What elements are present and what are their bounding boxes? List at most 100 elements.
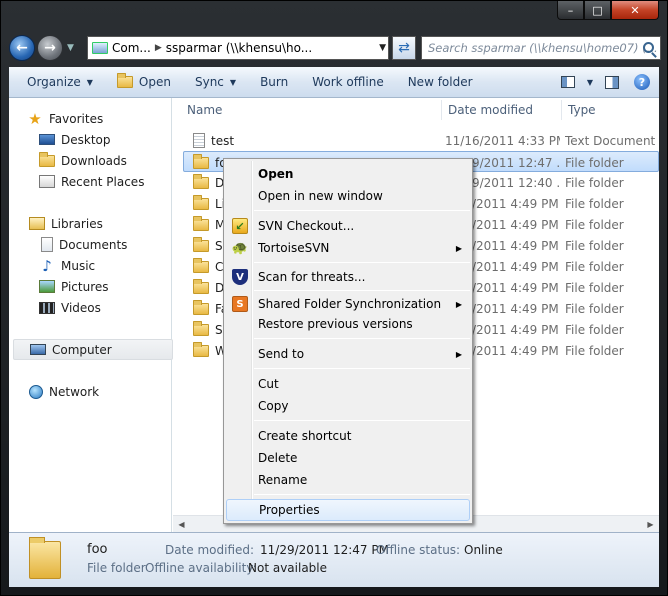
preview-pane-button[interactable] xyxy=(601,71,623,93)
shield-icon: V xyxy=(232,269,248,285)
file-type: Text Document xyxy=(565,133,656,148)
back-button[interactable]: ← xyxy=(9,35,35,61)
large-folder-icon xyxy=(29,537,61,579)
folder-icon xyxy=(193,194,209,210)
sidebar-item-computer[interactable]: Computer xyxy=(13,339,173,360)
menu-item-create-shortcut[interactable]: Create shortcut xyxy=(226,425,470,447)
address-bar[interactable]: Com... ▶ ssparmar (\\khensu\ho... ▼ xyxy=(87,36,389,60)
new-folder-label: New folder xyxy=(407,75,473,89)
help-button[interactable]: ? xyxy=(631,71,653,93)
menu-item-cut[interactable]: Cut xyxy=(226,373,470,395)
file-type: File folder xyxy=(565,196,624,211)
refresh-icon: ⇄ xyxy=(398,40,410,56)
folder-icon xyxy=(193,236,209,252)
sync-button[interactable]: Sync ▼ xyxy=(183,67,248,97)
sidebar-item-label: Downloads xyxy=(61,153,127,168)
burn-label: Burn xyxy=(260,75,289,89)
menu-item-shared-folder-sync[interactable]: S Shared Folder Synchronization ▶ xyxy=(226,293,470,315)
address-part-folder[interactable]: ssparmar (\\khensu\ho... xyxy=(166,41,312,55)
sidebar-item-label: Pictures xyxy=(61,279,109,294)
minimize-button[interactable]: – xyxy=(557,1,584,20)
menu-item-properties[interactable]: Properties xyxy=(226,499,470,521)
menu-item-send-to[interactable]: Send to ▶ xyxy=(226,343,470,365)
details-date-label: Date modified: xyxy=(165,543,255,557)
menu-item-tortoisesvn[interactable]: 🐢 TortoiseSVN ▶ xyxy=(226,237,470,259)
details-availability-label: Offline availability: xyxy=(145,561,257,575)
column-header-name[interactable]: Name xyxy=(187,98,222,122)
scroll-left-icon[interactable]: ◀ xyxy=(173,516,190,533)
file-type: File folder xyxy=(565,175,624,190)
address-separator-icon[interactable]: ▶ xyxy=(155,43,162,53)
column-divider[interactable] xyxy=(561,100,562,120)
file-type: File folder xyxy=(565,301,624,316)
file-date: 11/16/2011 4:33 PM xyxy=(445,133,560,148)
forward-button[interactable]: → xyxy=(37,35,63,61)
star-icon: ★ xyxy=(28,109,42,128)
menu-item-copy[interactable]: Copy xyxy=(226,395,470,417)
menu-item-label: Properties xyxy=(259,503,320,517)
navigation-pane: ★ Favorites Desktop Downloads Recent Plac… xyxy=(9,98,173,532)
details-name: foo xyxy=(87,542,108,557)
sidebar-item-libraries[interactable]: Libraries xyxy=(29,213,189,234)
menu-item-open[interactable]: Open xyxy=(226,163,470,185)
recent-pages-dropdown-icon[interactable]: ▼ xyxy=(67,43,74,53)
menu-separator xyxy=(254,210,470,211)
address-part-computer[interactable]: Com... xyxy=(112,41,151,55)
folder-icon xyxy=(193,320,209,336)
file-type: File folder xyxy=(565,238,624,253)
change-view-button[interactable] xyxy=(557,71,579,93)
pictures-icon xyxy=(39,280,55,293)
folder-icon xyxy=(193,299,209,315)
sidebar-item-network[interactable]: Network xyxy=(29,381,189,402)
help-icon: ? xyxy=(634,74,650,90)
search-input[interactable]: Search ssparmar (\\khensu\home07) (... xyxy=(421,36,661,60)
refresh-button[interactable]: ⇄ xyxy=(392,36,416,60)
folder-icon xyxy=(193,341,209,357)
view-dropdown-icon[interactable]: ▼ xyxy=(587,78,593,87)
menu-separator xyxy=(254,494,470,495)
scroll-right-icon[interactable]: ▶ xyxy=(642,516,659,533)
submenu-arrow-icon: ▶ xyxy=(455,243,462,253)
work-offline-button[interactable]: Work offline xyxy=(300,67,395,97)
svn-checkout-icon: ↙ xyxy=(232,218,248,234)
recent-places-icon xyxy=(39,175,55,188)
menu-item-label: Open in new window xyxy=(258,189,383,203)
menu-separator xyxy=(254,290,470,291)
menu-item-delete[interactable]: Delete xyxy=(226,447,470,469)
file-type: File folder xyxy=(565,155,624,170)
folder-icon xyxy=(193,173,209,189)
sidebar-item-favorites[interactable]: ★ Favorites xyxy=(27,108,187,129)
downloads-folder-icon xyxy=(39,151,55,167)
menu-item-restore-versions[interactable]: Restore previous versions xyxy=(226,313,470,335)
menu-item-open-new-window[interactable]: Open in new window xyxy=(226,185,470,207)
maximize-button[interactable]: □ xyxy=(584,1,611,20)
search-icon[interactable] xyxy=(643,42,654,53)
sidebar-item-label: Computer xyxy=(52,342,112,357)
column-type-label: Type xyxy=(568,103,596,117)
toolbar-right-group: ▼ ? xyxy=(557,71,653,93)
back-arrow-icon: ← xyxy=(16,40,28,56)
menu-separator xyxy=(254,262,470,263)
column-divider[interactable] xyxy=(441,100,442,120)
organize-button[interactable]: Organize ▼ xyxy=(15,67,105,97)
tortoise-icon: 🐢 xyxy=(231,240,249,256)
burn-button[interactable]: Burn xyxy=(248,67,300,97)
menu-item-label: Send to xyxy=(258,347,305,361)
table-row[interactable]: test 11/16/2011 4:33 PM Text Document xyxy=(183,130,659,151)
details-pane: foo Date modified: 11/29/2011 12:47 PM O… xyxy=(9,532,659,587)
menu-item-label: Scan for threats... xyxy=(258,270,366,284)
organize-label: Organize xyxy=(27,75,81,89)
sidebar-item-label: Network xyxy=(49,384,100,399)
menu-item-rename[interactable]: Rename xyxy=(226,469,470,491)
new-folder-button[interactable]: New folder xyxy=(396,67,485,97)
address-dropdown-icon[interactable]: ▼ xyxy=(379,43,386,53)
column-header-date[interactable]: Date modified xyxy=(448,98,533,122)
close-button[interactable]: ✕ xyxy=(611,1,659,20)
column-header-type[interactable]: Type xyxy=(568,98,596,122)
open-button[interactable]: Open xyxy=(105,67,183,97)
details-type: File folder xyxy=(87,561,146,575)
menu-item-svn-checkout[interactable]: ↙ SVN Checkout... xyxy=(226,215,470,237)
file-name: test xyxy=(211,133,235,148)
menu-item-scan-threats[interactable]: V Scan for threats... xyxy=(226,266,470,288)
videos-icon xyxy=(39,301,55,314)
